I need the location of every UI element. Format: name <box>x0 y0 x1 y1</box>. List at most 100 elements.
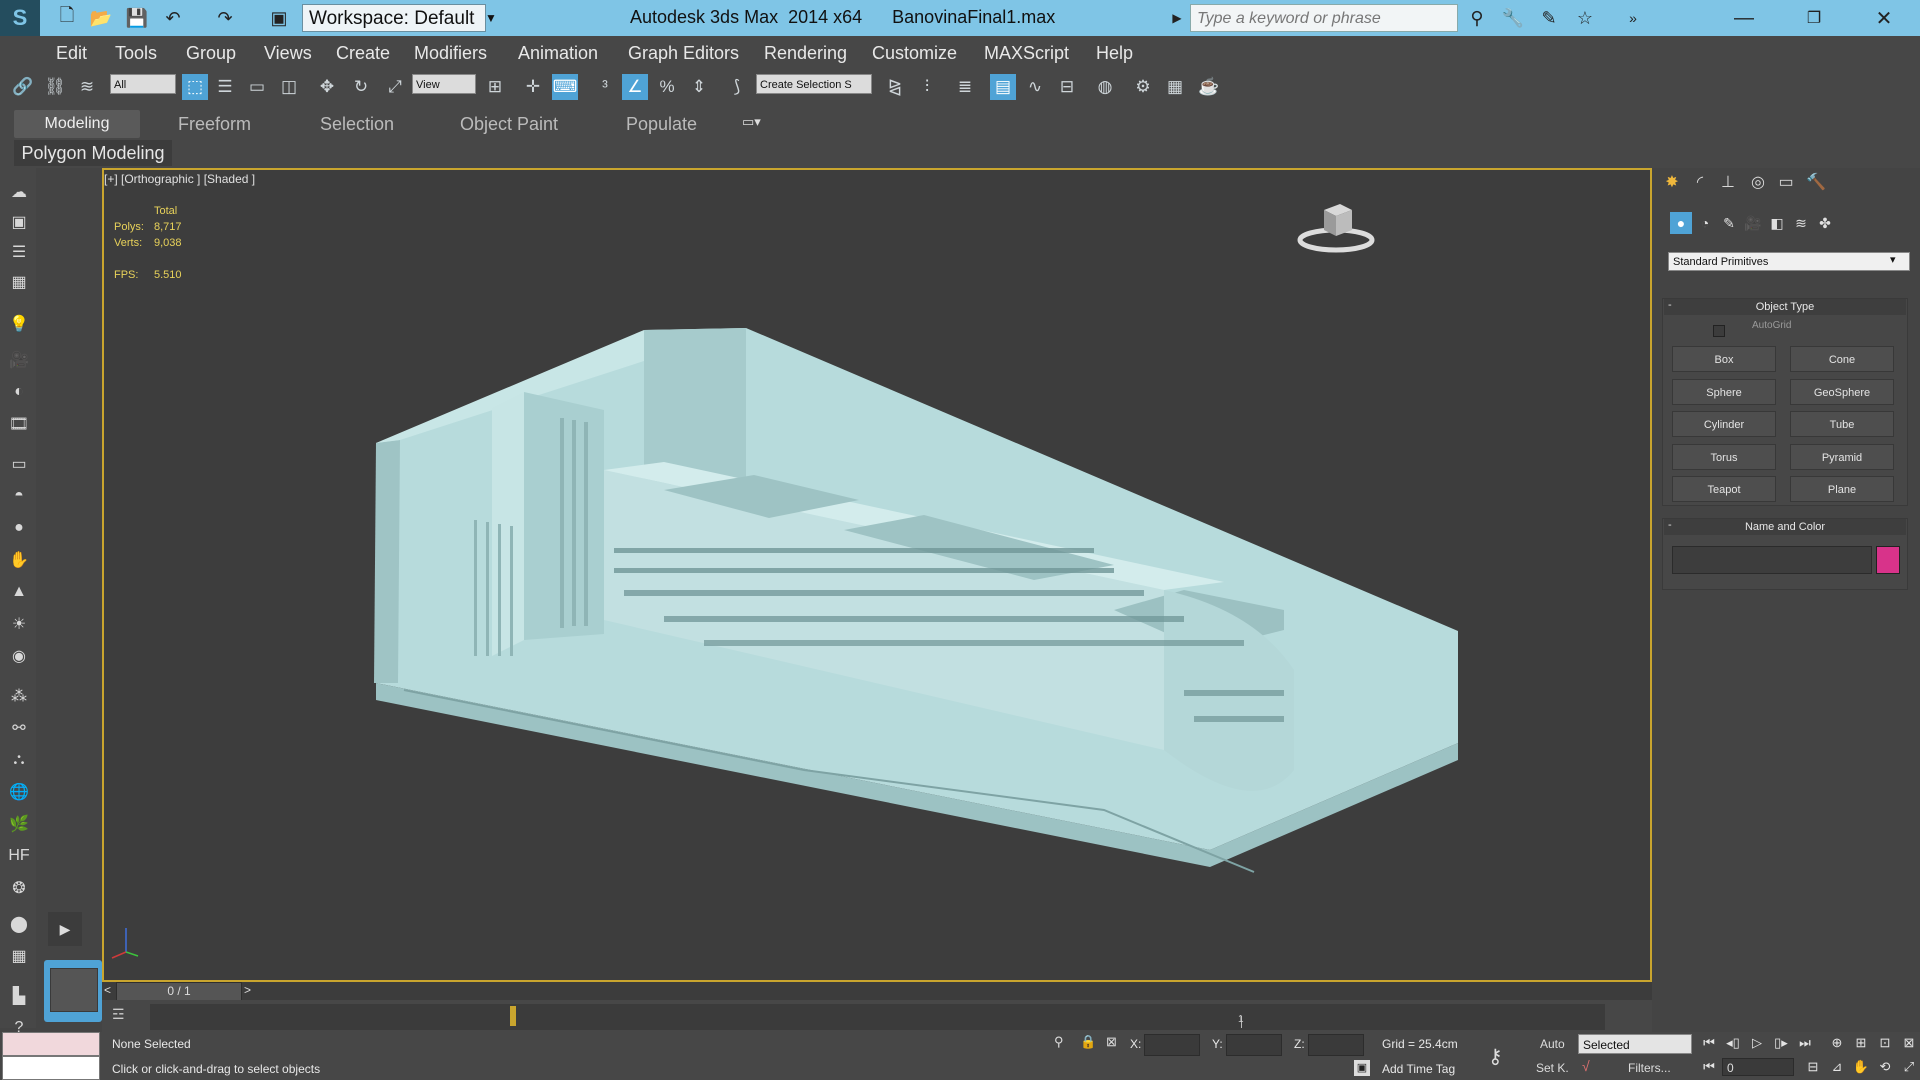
geosphere-button[interactable]: GeoSphere <box>1790 379 1894 405</box>
name-and-color-header[interactable]: Name and Color <box>1664 519 1906 535</box>
cameras-icon[interactable]: 🎥 <box>1742 212 1764 234</box>
material-sphere-icon[interactable]: ⬤ <box>6 912 32 936</box>
schematic-view-icon[interactable]: ⊟ <box>1054 74 1080 100</box>
grid-icon[interactable]: ▦ <box>6 944 32 968</box>
select-by-name-icon[interactable]: ☰ <box>212 74 238 100</box>
pan-view-icon[interactable]: ✋ <box>1852 1058 1870 1076</box>
time-slider-thumb[interactable]: 0 / 1 <box>116 982 242 1001</box>
viewcube-icon[interactable] <box>1296 196 1376 261</box>
curve-editor-icon[interactable]: ∿ <box>1022 74 1048 100</box>
mirror-icon[interactable]: ⧎ <box>882 74 908 100</box>
hierarchy-tab-icon[interactable]: ⊥ <box>1716 171 1740 193</box>
light-icon[interactable]: 💡 <box>6 312 32 336</box>
cone-button[interactable]: Cone <box>1790 346 1894 372</box>
menu-group[interactable]: Group <box>186 43 236 64</box>
new-file-icon[interactable]: 🗋 <box>54 5 80 31</box>
key-mode-dropdown[interactable]: Selected <box>1578 1034 1692 1054</box>
object-color-swatch[interactable] <box>1876 546 1900 574</box>
unlink-icon[interactable]: ⛓ <box>42 74 68 100</box>
subscription-icon[interactable]: 🔧 <box>1500 5 1526 31</box>
chevron-down-icon[interactable]: ▾ <box>1890 253 1896 266</box>
keyboard-shortcut-toggle-icon[interactable]: ⌨ <box>552 74 578 100</box>
edit-named-selection-icon[interactable]: ⟆ <box>724 74 750 100</box>
hand-icon[interactable]: ✋ <box>6 548 32 572</box>
camera-icon[interactable]: 🎥 <box>6 348 32 372</box>
time-config-icon[interactable]: ⊟ <box>1804 1058 1822 1076</box>
lights-icon[interactable]: ✎ <box>1718 212 1740 234</box>
zoom-icon[interactable]: ⊕ <box>1828 1034 1846 1052</box>
teapot-button[interactable]: Teapot <box>1672 476 1776 502</box>
menu-graph-editors[interactable]: Graph Editors <box>628 43 739 64</box>
align-icon[interactable]: ⫶ <box>914 74 940 100</box>
list-icon[interactable]: ☰ <box>6 240 32 264</box>
menu-modifiers[interactable]: Modifiers <box>414 43 487 64</box>
reference-coordinate-dropdown[interactable]: View <box>412 74 476 94</box>
window-crossing-icon[interactable]: ◫ <box>276 74 302 100</box>
particles-icon[interactable]: ⁂ <box>6 684 32 708</box>
layer-manager-icon[interactable]: ≣ <box>952 74 978 100</box>
absolute-mode-icon[interactable]: ⊠ <box>1106 1034 1117 1050</box>
named-selection-dropdown[interactable]: Create Selection S <box>756 74 872 94</box>
utilities-tab-icon[interactable]: 🔨 <box>1804 171 1828 193</box>
set-key-icon[interactable]: ⚷ <box>1488 1044 1503 1069</box>
figure-icon[interactable]: ⛬ <box>6 748 32 772</box>
pivot-center-icon[interactable]: ⊞ <box>482 74 508 100</box>
primitive-category-dropdown[interactable]: Standard Primitives <box>1668 252 1910 271</box>
favorites-star-icon[interactable]: ☆ <box>1572 5 1598 31</box>
undo-icon[interactable]: ↶ <box>160 5 186 31</box>
cone-icon[interactable]: ▲ <box>6 580 32 604</box>
space-warps-icon[interactable]: ≋ <box>1790 212 1812 234</box>
track-area[interactable] <box>150 1004 1605 1030</box>
menu-rendering[interactable]: Rendering <box>764 43 847 64</box>
binoculars-icon[interactable]: ⚲ <box>1464 5 1490 31</box>
orb-icon[interactable]: ◉ <box>6 644 32 668</box>
motion-tab-icon[interactable]: ◎ <box>1746 171 1770 193</box>
viewport[interactable] <box>102 168 1652 982</box>
zoom-all-icon[interactable]: ⊞ <box>1852 1034 1870 1052</box>
menu-animation[interactable]: Animation <box>518 43 598 64</box>
menu-maxscript[interactable]: MAXScript <box>984 43 1069 64</box>
plane-button[interactable]: Plane <box>1790 476 1894 502</box>
modify-tab-icon[interactable]: ◜ <box>1688 171 1712 193</box>
menu-customize[interactable]: Customize <box>872 43 957 64</box>
menu-tools[interactable]: Tools <box>115 43 157 64</box>
hair-fur-icon[interactable]: HF <box>6 844 32 868</box>
ribbon-options-icon[interactable]: ▭▾ <box>742 114 761 130</box>
time-tag-icon[interactable]: ▣ <box>1354 1060 1370 1076</box>
play-icon[interactable]: ▷ <box>1748 1034 1766 1052</box>
prev-frame-icon[interactable]: ◂▯ <box>1724 1034 1742 1052</box>
next-frame-icon[interactable]: ▯▸ <box>1772 1034 1790 1052</box>
globe-icon[interactable]: 🌐 <box>6 780 32 804</box>
autogrid-checkbox[interactable] <box>1713 325 1725 337</box>
object-type-header[interactable]: Object Type <box>1664 299 1906 315</box>
minimize-icon[interactable]: — <box>1714 0 1774 36</box>
maxscript-listener-input[interactable] <box>2 1032 100 1056</box>
torus-button[interactable]: Torus <box>1672 444 1776 470</box>
rotate-icon[interactable]: ↻ <box>348 74 374 100</box>
cloth-icon[interactable]: ❂ <box>6 876 32 900</box>
menu-help[interactable]: Help <box>1096 43 1133 64</box>
app-logo-icon[interactable]: S <box>0 0 40 36</box>
display-tab-icon[interactable]: ▭ <box>1774 171 1798 193</box>
percent-snap-icon[interactable]: % <box>654 74 680 100</box>
workspace-dropdown[interactable]: Workspace: Default <box>302 4 486 32</box>
plant-icon[interactable]: 🌿 <box>6 812 32 836</box>
box-button[interactable]: Box <box>1672 346 1776 372</box>
space-warp-icon[interactable]: 🎞 <box>6 412 32 436</box>
open-file-icon[interactable]: 📂 <box>88 5 114 31</box>
current-frame-field[interactable]: 0 <box>1722 1058 1794 1076</box>
auto-key-button[interactable]: Auto <box>1540 1037 1565 1051</box>
menu-views[interactable]: Views <box>264 43 312 64</box>
filters-button[interactable]: Filters... <box>1628 1061 1671 1075</box>
maximize-viewport-icon[interactable]: ⤢ <box>1900 1058 1918 1076</box>
helper-icon[interactable]: ◐ <box>6 380 32 404</box>
bind-space-warp-icon[interactable]: ≋ <box>74 74 100 100</box>
sphere-icon[interactable]: ● <box>6 516 32 540</box>
menu-edit[interactable]: Edit <box>56 43 87 64</box>
select-object-icon[interactable]: ⬚ <box>182 74 208 100</box>
search-input[interactable]: Type a keyword or phrase <box>1190 4 1458 32</box>
scale-icon[interactable]: ⤢ <box>382 74 408 100</box>
project-folder-icon[interactable]: ▣ <box>266 5 292 31</box>
goto-end-icon[interactable]: ⏭ <box>1796 1034 1814 1052</box>
curve-editor-mini-icon[interactable]: ☲ <box>112 1006 125 1023</box>
